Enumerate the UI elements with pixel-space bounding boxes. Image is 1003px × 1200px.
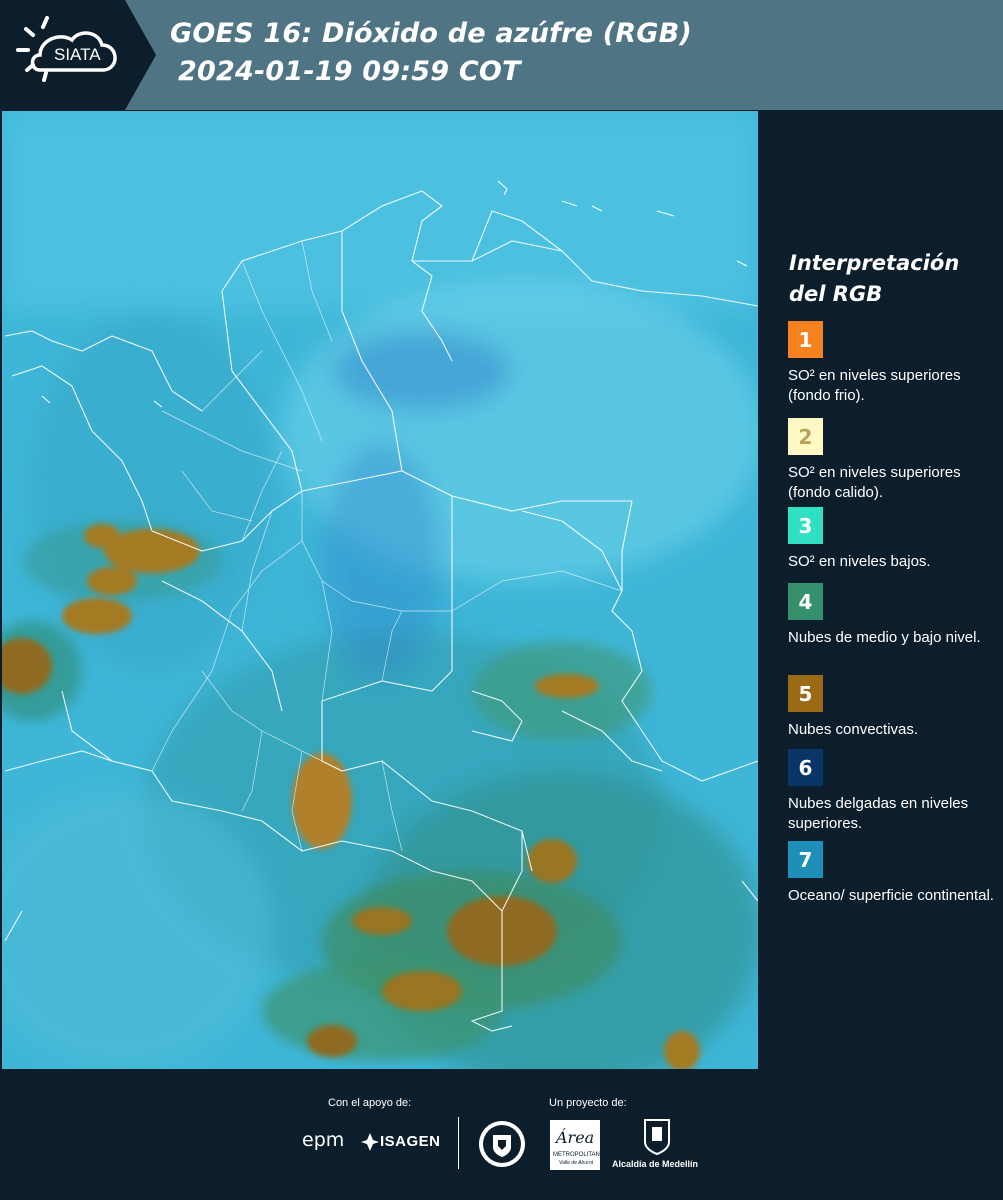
legend-label-7: Oceano/ superficie continental.: [788, 887, 994, 904]
legend-item-4: 4 Nubes de medio y bajo nivel.: [788, 583, 998, 648]
legend-label-2: SO² en niveles superiores (fondo calido)…: [788, 464, 961, 501]
medellin-seal-logo: [477, 1119, 527, 1169]
legend-item-7: 7 Oceano/ superficie continental.: [788, 841, 998, 906]
map-timestamp: 2024-01-19 09:59 COT: [178, 56, 521, 87]
satellite-map: [2, 111, 758, 1069]
legend-swatch-2: 2: [788, 418, 823, 455]
area-logo-text: Área: [556, 1128, 595, 1147]
legend-swatch-5: 5: [788, 675, 823, 712]
legend-item-3: 3 SO² en niveles bajos.: [788, 507, 998, 572]
support-label: Con el apoyo de:: [328, 1097, 412, 1109]
legend-item-6: 6 Nubes delgadas en niveles superiores.: [788, 749, 998, 834]
legend-label-5: Nubes convectivas.: [788, 721, 919, 738]
header-bar: SIATA GOES 16: Dióxido de azúfre (RGB) 2…: [0, 0, 1003, 110]
legend-swatch-7: 7: [788, 841, 823, 878]
legend-swatch-4: 4: [788, 583, 823, 620]
footer-divider: [458, 1117, 459, 1169]
alcaldia-medellin-logo: Alcaldía de Medellín: [612, 1118, 702, 1172]
legend-label-4: Nubes de medio y bajo nivel.: [788, 629, 981, 646]
legend-panel: Interpretación del RGB 1 SO² en niveles …: [760, 110, 1003, 1070]
project-label: Un proyecto de:: [549, 1097, 627, 1109]
epm-logo-text: epm: [302, 1129, 345, 1151]
isagen-logo-text: ISAGEN: [380, 1133, 441, 1150]
area-metropolitana-logo: Área METROPOLITANA Valle de Aburrá: [550, 1120, 604, 1170]
legend-title: Interpretación del RGB: [789, 251, 960, 306]
legend-label-6: Nubes delgadas en niveles superiores.: [788, 795, 969, 832]
siata-logo: SIATA: [0, 0, 156, 110]
legend-swatch-1: 1: [788, 321, 823, 358]
legend-item-2: 2 SO² en niveles superiores (fondo calid…: [788, 418, 998, 503]
footer-sponsors: Con el apoyo de: Un proyecto de: epm ISA…: [0, 1070, 1003, 1200]
legend-item-1: 1 SO² en niveles superiores (fondo frio)…: [788, 321, 998, 406]
epm-logo: epm: [302, 1129, 344, 1153]
siata-logo-text: SIATA: [54, 45, 101, 64]
metropolitana-logo-text: METROPOLITANA: [553, 1152, 604, 1158]
legend-swatch-3: 3: [788, 507, 823, 544]
alcaldia-logo-text: Alcaldía de Medellín: [612, 1159, 699, 1169]
map-title: GOES 16: Dióxido de azúfre (RGB): [170, 18, 692, 49]
legend-label-3: SO² en niveles bajos.: [788, 553, 931, 570]
alcaldia-shield-icon: [644, 1119, 670, 1156]
isagen-star-icon: [361, 1133, 379, 1151]
legend-swatch-6: 6: [788, 749, 823, 786]
legend-label-1: SO² en niveles superiores (fondo frio).: [788, 367, 961, 404]
valle-logo-text: Valle de Aburrá: [559, 1160, 594, 1166]
legend-item-5: 5 Nubes convectivas.: [788, 675, 998, 740]
